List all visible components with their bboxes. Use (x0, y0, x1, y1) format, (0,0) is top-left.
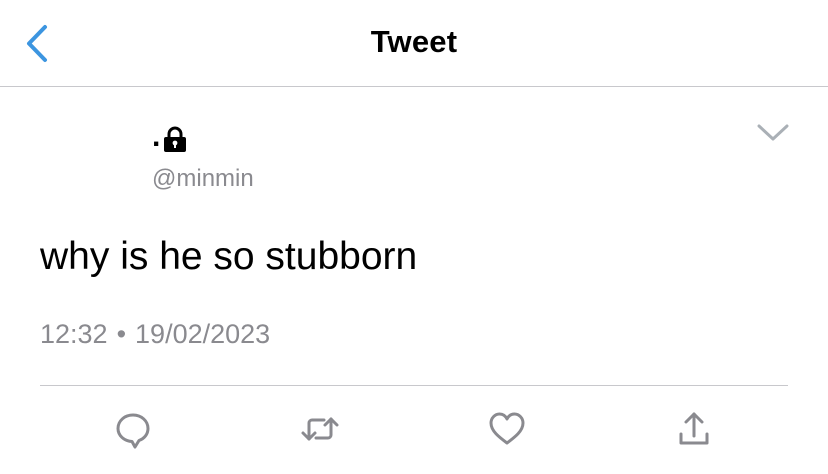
reply-bubble-icon (116, 413, 150, 449)
share-button[interactable] (674, 409, 714, 449)
user-handle: @minmin (152, 165, 254, 192)
page-title: Tweet (370, 24, 458, 59)
meta-separator: • (116, 319, 127, 349)
divider (40, 385, 788, 386)
display-name: . (152, 120, 161, 153)
like-button[interactable] (487, 409, 527, 449)
share-icon (679, 412, 709, 445)
chevron-down-icon (757, 124, 789, 141)
heart-icon (489, 412, 525, 445)
reply-button[interactable] (113, 409, 153, 449)
tweet-time: 12:32 (40, 319, 108, 349)
lock-icon (164, 126, 186, 152)
tweet-timestamp: 12:32 • 19/02/2023 (40, 319, 270, 350)
tweet-options-button[interactable] (753, 118, 793, 148)
retweet-icon (301, 417, 339, 441)
top-bar: Tweet (0, 0, 828, 87)
tweet-date: 19/02/2023 (135, 319, 271, 349)
retweet-button[interactable] (300, 409, 340, 449)
tweet-text: why is he so stubborn (40, 235, 418, 278)
